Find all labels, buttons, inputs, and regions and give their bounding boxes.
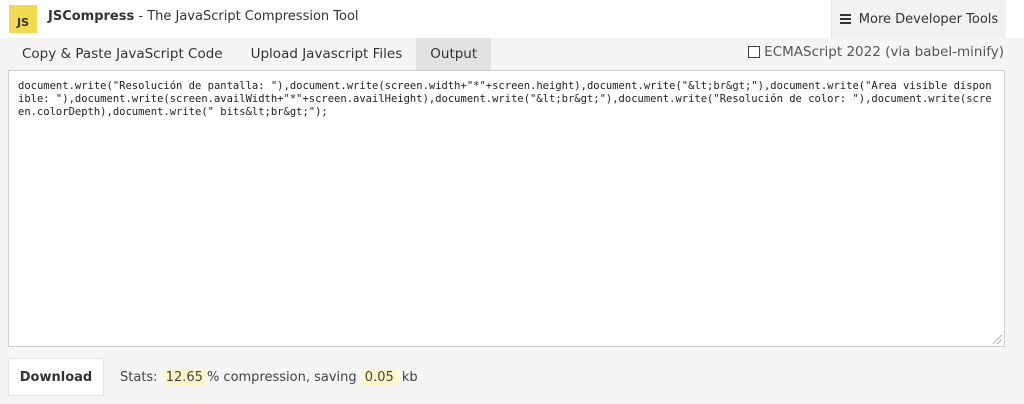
ecmascript-checkbox[interactable]	[748, 46, 761, 58]
resize-handle-icon[interactable]	[993, 335, 1002, 344]
saving-value: 0.05	[361, 369, 397, 386]
brand-name: JSCompress	[48, 9, 135, 24]
tab-upload-files[interactable]: Upload Javascript Files	[237, 38, 417, 70]
more-developer-tools-button[interactable]: More Developer Tools	[831, 0, 1006, 38]
compression-stats: Stats: 12.65 % compression, saving 0.05 …	[120, 369, 418, 386]
input-mode-tabs: Copy & Paste JavaScript Code Upload Java…	[8, 38, 492, 70]
ecmascript-option[interactable]: ECMAScript 2022 (via babel-minify)	[748, 44, 1004, 60]
stats-prefix: Stats:	[120, 370, 158, 385]
hamburger-menu-icon	[839, 12, 851, 27]
ecmascript-label: ECMAScript 2022 (via babel-minify)	[764, 44, 1004, 60]
more-developer-tools-label: More Developer Tools	[858, 11, 999, 27]
download-button[interactable]: Download	[8, 358, 104, 396]
compression-suffix: % compression, saving	[206, 370, 357, 385]
site-title: JSCompress - The JavaScript Compression …	[48, 9, 359, 24]
tab-output[interactable]: Output	[416, 38, 492, 70]
brand-tagline: - The JavaScript Compression Tool	[134, 9, 359, 24]
compression-percentage: 12.65	[162, 369, 206, 386]
jscompress-logo: JS	[9, 5, 37, 33]
output-textarea[interactable]: document.write("Resolución de pantalla: …	[8, 70, 1005, 347]
tab-copy-paste[interactable]: Copy & Paste JavaScript Code	[8, 38, 237, 70]
top-bar: JS JSCompress - The JavaScript Compressi…	[0, 0, 1024, 38]
saving-unit: kb	[401, 370, 418, 385]
compressed-code: document.write("Resolución de pantalla: …	[18, 80, 992, 118]
